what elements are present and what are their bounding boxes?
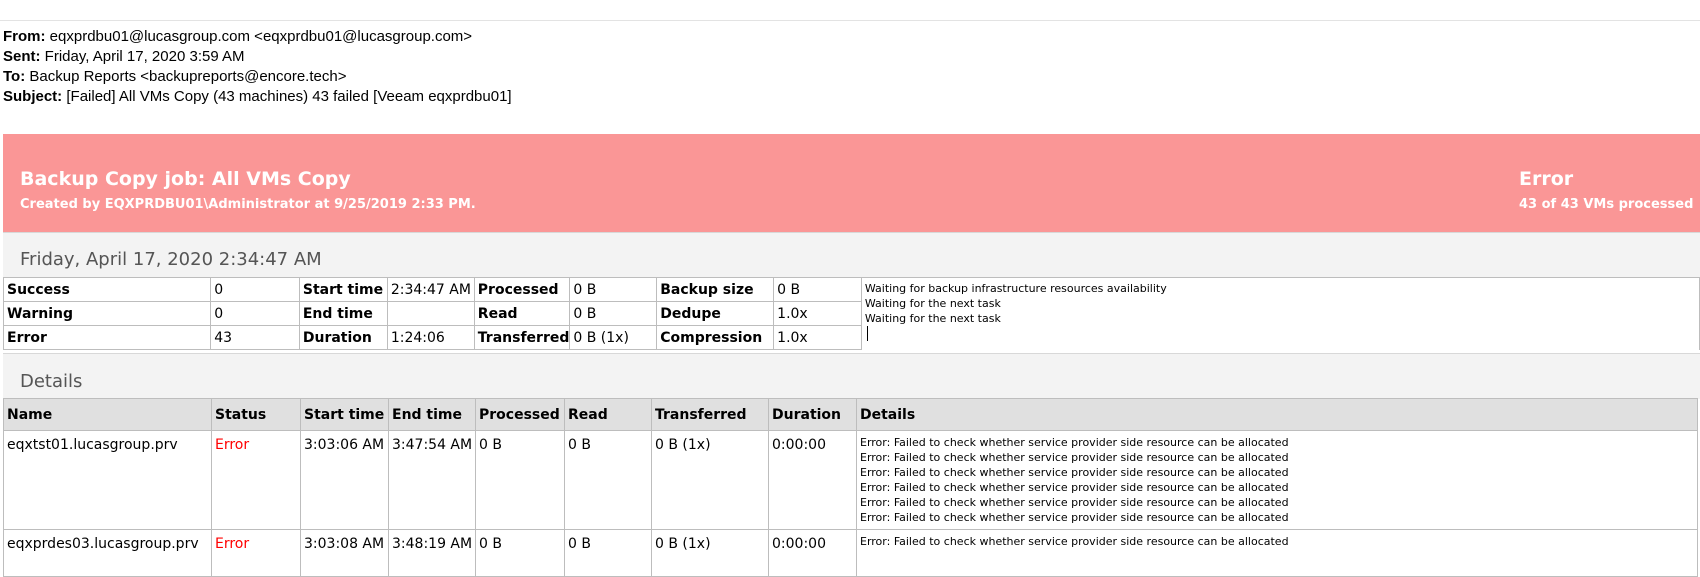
vm-detail-message: Error: Failed to check whether service p… (860, 535, 1289, 548)
summary-value: 1.0x (773, 325, 862, 350)
summary-label: Processed (473, 277, 571, 302)
column-header-name: Name (3, 398, 212, 431)
session-message: Waiting for the next task (864, 312, 1001, 325)
vm-name: eqxprdes03.lucasgroup.prv (3, 529, 212, 577)
from-label: From: (3, 28, 46, 45)
vm-details-table: Name Status Start time End time Processe… (3, 398, 1698, 577)
vm-detail-message: Error: Failed to check whether service p… (860, 511, 1289, 524)
column-header-duration: Duration (768, 398, 857, 431)
vm-read: 0 B (564, 529, 652, 577)
job-status: Error (1519, 168, 1574, 190)
job-created-by: Created by EQXPRDBU01\Administrator at 9… (20, 197, 476, 212)
to-value[interactable]: Backup Reports <backupreports@encore.tec… (29, 68, 346, 85)
session-date: Friday, April 17, 2020 2:34:47 AM (20, 249, 322, 270)
vm-processed: 0 B (475, 430, 565, 530)
session-message: Waiting for backup infrastructure resour… (864, 282, 1167, 295)
column-header-status: Status (211, 398, 301, 431)
vms-processed-count: 43 of 43 VMs processed (1519, 197, 1694, 212)
vm-duration: 0:00:00 (768, 430, 857, 530)
details-header-row: Name Status Start time End time Processe… (3, 398, 1698, 431)
summary-value: 2:34:47 AM (386, 277, 475, 302)
job-status-banner: Backup Copy job: All VMs Copy Created by… (3, 134, 1700, 232)
column-header-end-time: End time (388, 398, 476, 431)
vm-start-time: 3:03:08 AM (300, 529, 389, 577)
table-row: eqxprdes03.lucasgroup.prv Error 3:03:08 … (3, 529, 1698, 577)
text-cursor (866, 326, 868, 341)
from-value[interactable]: eqxprdbu01@lucasgroup.com <eqxprdbu01@lu… (50, 28, 472, 45)
vm-detail-message: Error: Failed to check whether service p… (860, 496, 1289, 509)
from-line: From: eqxprdbu01@lucasgroup.com <eqxprdb… (3, 27, 512, 47)
email-headers: From: eqxprdbu01@lucasgroup.com <eqxprdb… (3, 27, 512, 107)
summary-value: 1:24:06 (386, 325, 475, 350)
vm-processed: 0 B (475, 529, 565, 577)
details-title: Details (20, 371, 83, 392)
vm-end-time: 3:48:19 AM (388, 529, 476, 577)
session-summary-table: Success 0 Start time 2:34:47 AM Processe… (2, 277, 1700, 350)
vm-duration: 0:00:00 (768, 529, 857, 577)
vm-name: eqxtst01.lucasgroup.prv (3, 430, 212, 530)
summary-value: 43 (210, 325, 300, 350)
summary-value: 0 B (569, 301, 658, 326)
sent-line: Sent: Friday, April 17, 2020 3:59 AM (3, 47, 512, 67)
details-header: Details (3, 353, 1700, 399)
header-divider (0, 20, 1700, 21)
vm-detail-message: Error: Failed to check whether service p… (860, 466, 1289, 479)
summary-label: Backup size (656, 277, 775, 302)
vm-detail-message: Error: Failed to check whether service p… (860, 451, 1289, 464)
sent-label: Sent: (3, 48, 41, 65)
summary-label: Dedupe (656, 301, 775, 326)
vm-detail-message: Error: Failed to check whether service p… (860, 436, 1289, 449)
summary-value: 1.0x (773, 301, 862, 326)
column-header-transferred: Transferred (651, 398, 769, 431)
summary-label: Success (2, 277, 212, 302)
column-header-start-time: Start time (300, 398, 389, 431)
table-row: eqxtst01.lucasgroup.prv Error 3:03:06 AM… (3, 430, 1698, 530)
subject-label: Subject: (3, 88, 63, 105)
summary-row: Success 0 Start time 2:34:47 AM Processe… (2, 277, 1700, 350)
vm-status: Error (211, 529, 301, 577)
summary-value: 0 B (773, 277, 862, 302)
vm-end-time: 3:47:54 AM (388, 430, 476, 530)
vm-detail-message: Error: Failed to check whether service p… (860, 481, 1289, 494)
summary-value: 0 (210, 277, 300, 302)
sent-value: Friday, April 17, 2020 3:59 AM (44, 48, 245, 65)
summary-label: Read (473, 301, 571, 326)
to-label: To: (3, 68, 26, 85)
summary-label: Transferred (473, 325, 571, 350)
summary-label: End time (298, 301, 388, 326)
column-header-processed: Processed (475, 398, 565, 431)
vm-details: Error: Failed to check whether service p… (856, 430, 1698, 530)
summary-label: Duration (298, 325, 388, 350)
summary-value (386, 301, 475, 326)
vm-read: 0 B (564, 430, 652, 530)
session-header: Friday, April 17, 2020 2:34:47 AM (3, 232, 1700, 278)
subject-line: Subject: [Failed] All VMs Copy (43 machi… (3, 87, 512, 107)
to-line: To: Backup Reports <backupreports@encore… (3, 67, 512, 87)
summary-label: Warning (2, 301, 212, 326)
vm-details: Error: Failed to check whether service p… (856, 529, 1698, 577)
summary-value: 0 (210, 301, 300, 326)
summary-label: Compression (656, 325, 775, 350)
summary-value: 0 B (569, 277, 658, 302)
column-header-details: Details (856, 398, 1698, 431)
column-header-read: Read (564, 398, 652, 431)
session-message: Waiting for the next task (864, 297, 1001, 310)
summary-label: Error (2, 325, 212, 350)
summary-value: 0 B (1x) (569, 325, 658, 350)
job-title: Backup Copy job: All VMs Copy (20, 168, 351, 190)
subject-value: [Failed] All VMs Copy (43 machines) 43 f… (66, 88, 512, 105)
vm-status: Error (211, 430, 301, 530)
vm-start-time: 3:03:06 AM (300, 430, 389, 530)
summary-label: Start time (298, 277, 388, 302)
vm-transferred: 0 B (1x) (651, 529, 769, 577)
vm-transferred: 0 B (1x) (651, 430, 769, 530)
session-messages: Waiting for backup infrastructure resour… (860, 277, 1700, 350)
